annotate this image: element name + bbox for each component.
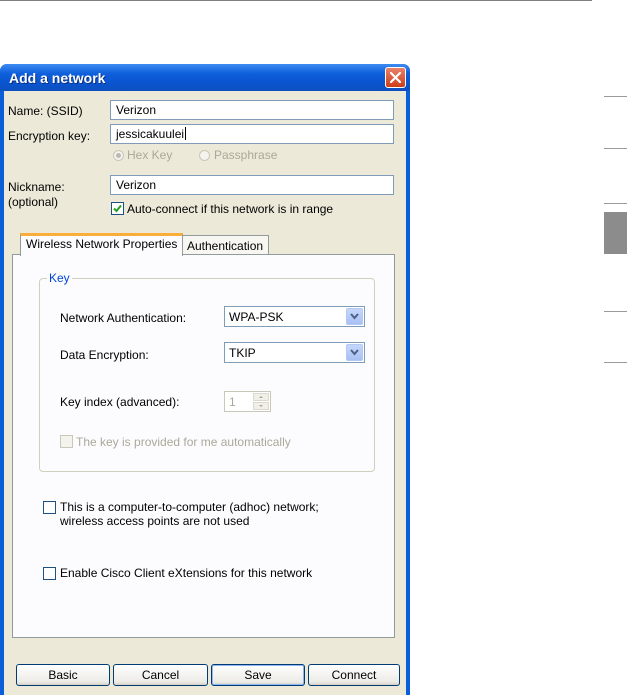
encryption-key-value: jessicakuulei	[116, 127, 185, 141]
adhoc-label-line2: wireless access points are not used	[60, 514, 250, 528]
key-index-label: Key index (advanced):	[60, 395, 180, 409]
close-icon	[389, 71, 402, 84]
nickname-optional-label: (optional)	[8, 195, 59, 209]
spin-down-button[interactable]	[253, 402, 269, 410]
ssid-input[interactable]: Verizon	[110, 100, 394, 120]
autoconnect-label: Auto-connect if this network is in range	[127, 202, 334, 216]
nickname-input[interactable]: Verizon	[110, 175, 394, 195]
hex-key-label: Hex Key	[127, 148, 173, 162]
margin-rule	[604, 148, 627, 149]
ssid-label: Name: (SSID)	[8, 104, 83, 118]
cancel-button[interactable]: Cancel	[113, 664, 208, 686]
network-authentication-label: Network Authentication:	[60, 311, 187, 325]
data-encryption-value: TKIP	[229, 346, 256, 360]
key-group-title: Key	[47, 271, 72, 285]
margin-rule	[604, 96, 627, 97]
hex-key-radio[interactable]	[113, 150, 124, 161]
margin-section-marker	[604, 212, 627, 254]
margin-rule	[604, 311, 627, 312]
margin-rule	[604, 203, 627, 204]
page-top-rule	[0, 0, 592, 1]
autoconnect-checkbox[interactable]	[111, 202, 124, 215]
cisco-label: Enable Cisco Client eXtensions for this …	[60, 566, 313, 580]
dropdown-button[interactable]	[346, 308, 363, 325]
auto-key-checkbox[interactable]	[60, 435, 73, 448]
network-authentication-value: WPA-PSK	[229, 310, 284, 324]
nickname-label: Nickname:	[8, 180, 65, 194]
dialog-title: Add a network	[9, 70, 106, 86]
title-bar[interactable]: Add a network	[0, 64, 410, 91]
auto-key-label: The key is provided for me automatically	[76, 435, 291, 449]
cisco-checkbox[interactable]	[43, 567, 56, 580]
data-encryption-label: Data Encryption:	[60, 348, 149, 362]
spin-up-button[interactable]	[253, 393, 269, 401]
key-index-spinner[interactable]: 1	[224, 391, 271, 412]
adhoc-label-line1: This is a computer-to-computer (adhoc) n…	[60, 500, 319, 514]
encryption-key-label: Encryption key:	[8, 129, 91, 143]
dropdown-button[interactable]	[346, 344, 363, 361]
close-button[interactable]	[385, 67, 406, 88]
text-cursor	[185, 127, 187, 140]
passphrase-radio[interactable]	[199, 150, 210, 161]
margin-rule	[604, 362, 627, 363]
connect-button[interactable]: Connect	[308, 664, 400, 686]
tab-wireless-network-properties[interactable]: Wireless Network Properties	[20, 233, 184, 256]
adhoc-checkbox[interactable]	[43, 501, 56, 514]
basic-button[interactable]: Basic	[16, 664, 110, 686]
chevron-down-icon	[259, 405, 263, 407]
chevron-down-icon	[350, 313, 359, 320]
chevron-down-icon	[350, 349, 359, 356]
tab-authentication[interactable]: Authentication	[181, 235, 270, 256]
passphrase-label: Passphrase	[214, 148, 278, 162]
encryption-key-input[interactable]: jessicakuulei	[110, 124, 394, 144]
save-button[interactable]: Save	[211, 664, 305, 686]
checkmark-icon	[113, 204, 122, 213]
chevron-up-icon	[259, 396, 263, 398]
network-authentication-select[interactable]: WPA-PSK	[224, 306, 365, 327]
data-encryption-select[interactable]: TKIP	[224, 342, 365, 363]
key-index-value: 1	[229, 395, 236, 409]
